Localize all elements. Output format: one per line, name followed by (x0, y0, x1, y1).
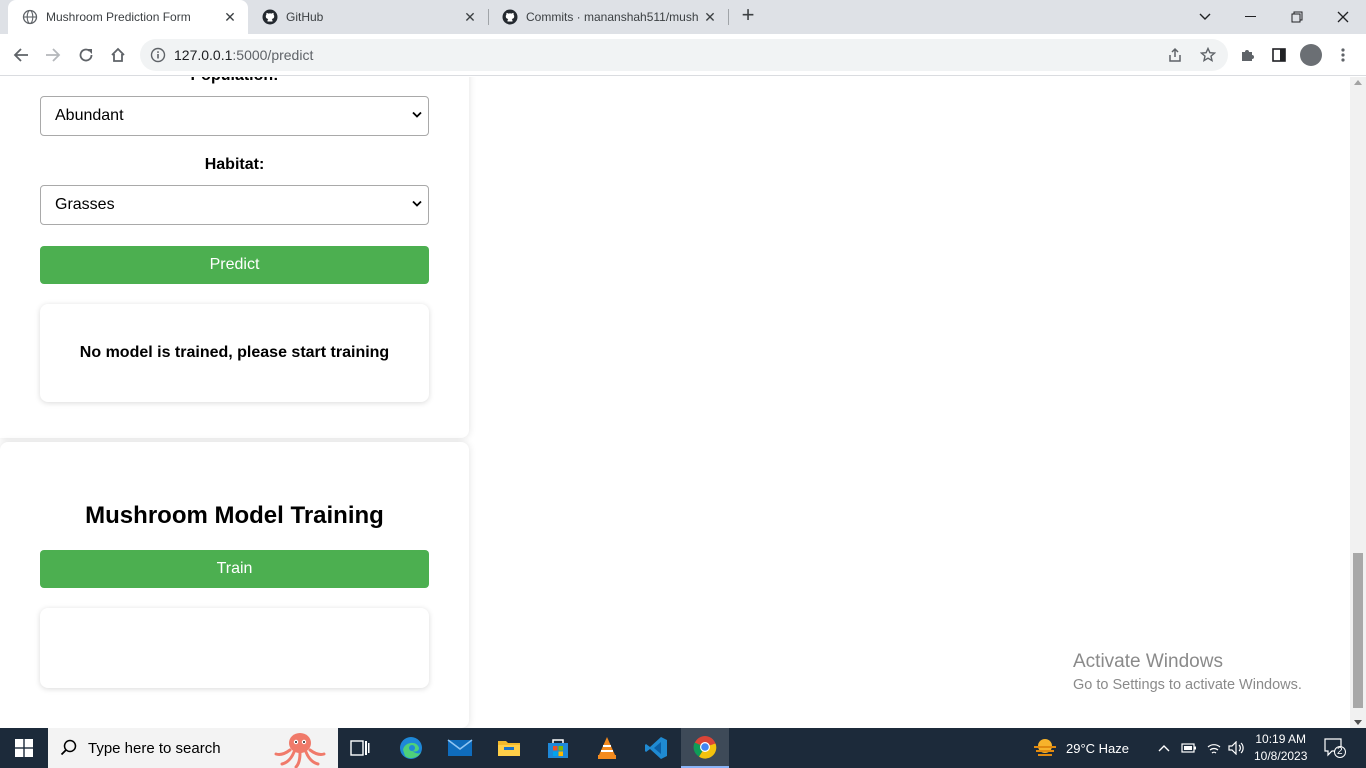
activate-windows-watermark: Activate Windows Go to Settings to activ… (1073, 651, 1302, 693)
page-viewport: Population: Abundant Habitat: Grasses Pr… (0, 77, 1350, 728)
site-info-icon[interactable] (150, 47, 166, 63)
clock-date: 10/8/2023 (1254, 749, 1308, 763)
search-icon (60, 739, 77, 756)
predict-button[interactable]: Predict (40, 246, 429, 284)
tab-mushroom-prediction[interactable]: Mushroom Prediction Form ✕ (8, 0, 248, 34)
edge-browser-icon[interactable] (387, 728, 435, 768)
extensions-puzzle-icon[interactable] (1234, 42, 1260, 68)
scroll-up-arrow-icon[interactable] (1354, 80, 1362, 85)
bookmark-star-icon[interactable] (1200, 47, 1216, 63)
github-icon (502, 9, 518, 25)
training-result-box (40, 608, 429, 688)
prediction-result-text: No model is trained, please start traini… (79, 344, 390, 361)
restore-button[interactable] (1274, 0, 1320, 34)
clock-time: 10:19 AM (1255, 732, 1307, 746)
close-window-button[interactable] (1320, 0, 1366, 34)
new-tab-button[interactable]: + (736, 4, 760, 28)
prediction-result-box: No model is trained, please start traini… (40, 304, 429, 402)
population-label: Population: (0, 77, 469, 85)
chevron-down-icon (412, 200, 422, 207)
notification-count: 2 (1337, 746, 1343, 757)
training-card: Mushroom Model Training Train (0, 442, 469, 728)
tab-search-chevron-icon[interactable] (1182, 0, 1228, 34)
vlc-player-icon[interactable] (583, 728, 631, 768)
forward-arrow-icon[interactable] (40, 42, 66, 68)
side-panel-icon[interactable] (1266, 42, 1292, 68)
weather-widget[interactable]: 29°C Haze (1032, 728, 1129, 768)
tab-divider (728, 9, 729, 25)
close-tab-icon[interactable]: ✕ (460, 9, 480, 26)
battery-icon[interactable] (1181, 728, 1197, 768)
task-view-icon[interactable] (336, 728, 384, 768)
minimize-button[interactable] (1228, 0, 1274, 34)
microsoft-store-icon[interactable] (534, 728, 582, 768)
prediction-form-card: Population: Abundant Habitat: Grasses Pr… (0, 77, 469, 438)
windows-logo-icon (15, 739, 33, 757)
weather-text: 29°C Haze (1066, 740, 1130, 756)
scrollbar-thumb[interactable] (1353, 553, 1363, 708)
tab-commits[interactable]: Commits · mananshah511/mush ✕ (488, 0, 728, 34)
watermark-subtitle: Go to Settings to activate Windows. (1073, 677, 1302, 693)
windows-start-button[interactable] (0, 728, 48, 768)
notification-center-icon[interactable]: 2 (1324, 738, 1346, 763)
windows-taskbar: Type here to search 29°C Haze 10:19 AM 1… (0, 728, 1366, 768)
url-host: 127.0.0.1 (174, 47, 233, 63)
habitat-selected-value: Grasses (55, 196, 115, 213)
browser-toolbar: 127.0.0.1:5000/predict (0, 34, 1366, 76)
system-clock[interactable]: 10:19 AM 10/8/2023 (1254, 731, 1307, 765)
octopus-search-highlight-icon[interactable] (272, 730, 328, 768)
habitat-select[interactable]: Grasses (40, 185, 429, 225)
github-icon (262, 9, 278, 25)
mail-app-icon[interactable] (436, 728, 484, 768)
watermark-title: Activate Windows (1073, 651, 1223, 672)
training-heading: Mushroom Model Training (85, 502, 384, 529)
tab-github[interactable]: GitHub ✕ (248, 0, 488, 34)
population-selected-value: Abundant (55, 107, 124, 124)
taskbar-search-placeholder: Type here to search (88, 739, 221, 757)
tab-title: Mushroom Prediction Form (46, 10, 191, 24)
chevron-down-icon (412, 111, 422, 118)
file-explorer-icon[interactable] (485, 728, 533, 768)
close-tab-icon[interactable]: ✕ (700, 9, 720, 26)
network-icon[interactable] (1206, 728, 1222, 768)
url-path: :5000/predict (232, 47, 314, 63)
url-text: 127.0.0.1:5000/predict (174, 47, 313, 63)
back-arrow-icon[interactable] (8, 42, 34, 68)
tab-title: GitHub (286, 10, 324, 24)
reload-icon[interactable] (73, 42, 99, 68)
haze-weather-icon (1034, 739, 1056, 756)
volume-icon[interactable] (1228, 728, 1246, 768)
habitat-label: Habitat: (204, 156, 265, 173)
show-hidden-icons-chevron-icon[interactable] (1158, 728, 1170, 768)
population-select[interactable]: Abundant (40, 96, 429, 136)
page-scrollbar[interactable] (1350, 77, 1366, 728)
address-bar[interactable]: 127.0.0.1:5000/predict (140, 39, 1228, 71)
tab-strip: Mushroom Prediction Form ✕ GitHub ✕ Comm… (0, 0, 1366, 34)
profile-avatar[interactable] (1300, 44, 1322, 66)
train-button[interactable]: Train (40, 550, 429, 588)
tab-title: Commits · mananshah511/mush (526, 10, 699, 24)
home-icon[interactable] (105, 42, 131, 68)
more-menu-icon[interactable] (1330, 42, 1356, 68)
scroll-down-arrow-icon[interactable] (1354, 720, 1362, 725)
share-icon[interactable] (1167, 47, 1183, 63)
close-tab-icon[interactable]: ✕ (220, 9, 240, 26)
chrome-browser-icon[interactable] (681, 728, 729, 768)
globe-icon (22, 9, 38, 25)
vscode-icon[interactable] (632, 728, 680, 768)
